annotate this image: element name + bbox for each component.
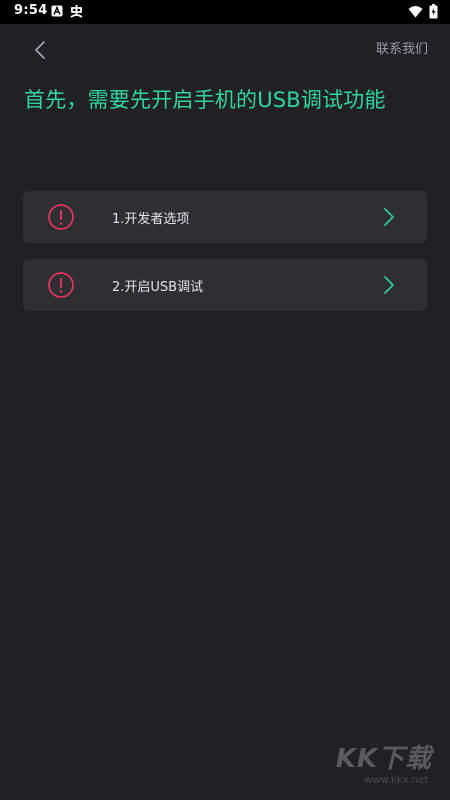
step-card-usb-debugging[interactable]: 2.开启USB调试 bbox=[23, 259, 427, 311]
warning-circle-icon bbox=[48, 272, 74, 298]
chevron-right-icon bbox=[384, 276, 394, 294]
watermark-logo: KK下载 bbox=[335, 744, 432, 774]
chevron-right-icon bbox=[384, 208, 394, 226]
warning-circle-icon bbox=[48, 204, 74, 230]
status-bar: 9:54 bbox=[0, 0, 450, 24]
step-label: 2.开启USB调试 bbox=[112, 280, 204, 295]
notification-a-icon bbox=[51, 5, 63, 17]
contact-us-link[interactable]: 联系我们 bbox=[376, 38, 428, 57]
step-label: 1.开发者选项 bbox=[112, 212, 190, 227]
wifi-icon bbox=[408, 6, 423, 18]
battery-charging-icon bbox=[429, 4, 438, 19]
step-card-developer-options[interactable]: 1.开发者选项 bbox=[23, 191, 427, 243]
status-right bbox=[408, 4, 438, 19]
watermark: KK下载 www.kkx.net bbox=[292, 738, 432, 786]
watermark-url: www.kkx.net bbox=[364, 775, 428, 786]
chevron-left-icon bbox=[35, 41, 45, 59]
app-bug-icon bbox=[70, 5, 83, 18]
screen: 9:54 联系我们 首先，需要先开启手机的USB调试功能 1.开发者选项 2.开… bbox=[0, 0, 450, 800]
back-button[interactable] bbox=[26, 36, 54, 64]
page-title: 首先，需要先开启手机的USB调试功能 bbox=[24, 88, 386, 112]
status-time: 9:54 bbox=[14, 3, 48, 18]
